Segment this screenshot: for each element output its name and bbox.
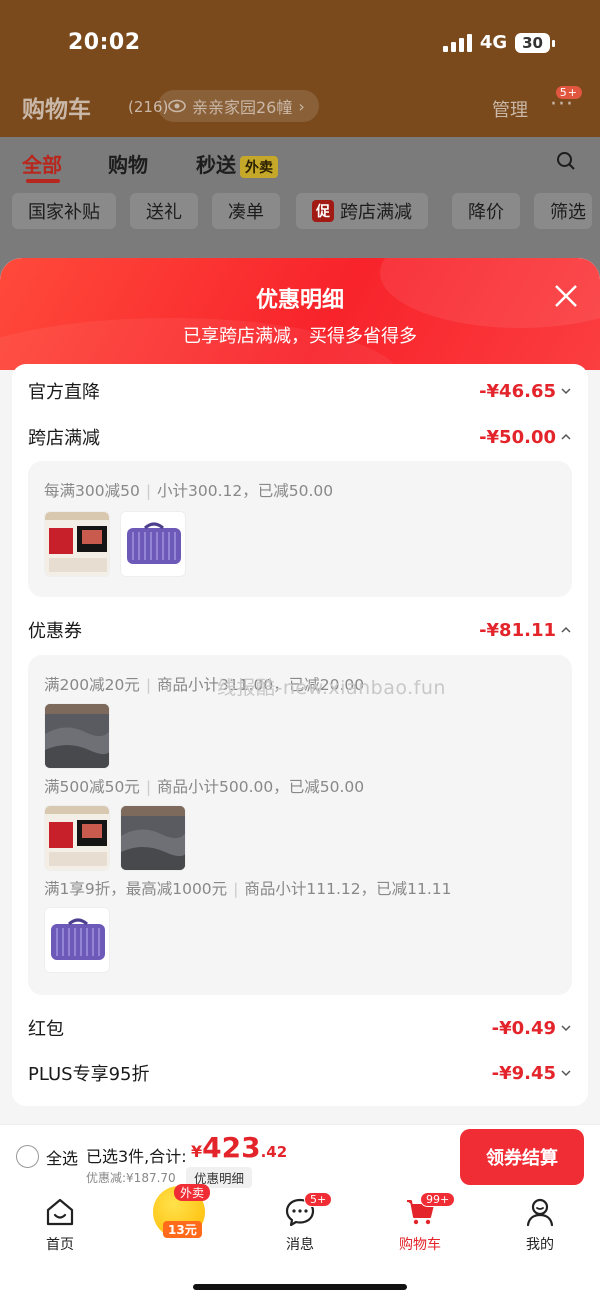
filter-pricedrop[interactable]: 降价 <box>452 193 520 229</box>
search-icon[interactable] <box>556 151 576 171</box>
tab-all[interactable]: 全部 <box>22 149 62 178</box>
checkout-button[interactable]: 领券结算 <box>460 1129 584 1185</box>
redpacket-label: 红包 <box>28 1019 64 1040</box>
filter-subsidy[interactable]: 国家补贴 <box>12 193 116 229</box>
redpacket-row[interactable]: 红包 -¥0.49 <box>28 1011 572 1045</box>
filter-bundle[interactable]: 凑单 <box>212 193 280 229</box>
filter-gift[interactable]: 送礼 <box>130 193 198 229</box>
status-indicators: 4G 30 <box>442 32 555 53</box>
cosmetic-image <box>45 512 109 576</box>
address-selector[interactable]: 亲亲家园26幢 › <box>158 90 319 122</box>
cart-badge: 99+ <box>420 1192 456 1207</box>
total-price: ¥423.42 <box>191 1131 288 1164</box>
crossstore-detail-text: 每满300减50 | 小计300.12，已减50.00 <box>44 482 334 500</box>
page-title: 购物车 <box>22 97 91 123</box>
storage-box-image <box>121 512 185 576</box>
product-thumb-cosmetic[interactable] <box>44 511 110 577</box>
official-discount-row[interactable]: 官方直降 -¥46.65 <box>28 374 572 408</box>
tab-underline <box>26 179 60 183</box>
storage-box-image <box>45 908 109 972</box>
nav-home-label: 首页 <box>46 1237 74 1253</box>
modal-header: 优惠明细 已享跨店满减，买得多省得多 <box>0 258 600 370</box>
battery-icon: 30 <box>515 32 555 53</box>
plus-discount-row[interactable]: PLUS专享95折 -¥9.45 <box>28 1056 572 1090</box>
checkout-bar: 全选 已选3件,合计: ¥423.42 优惠减:¥187.70 优惠明细 领券结… <box>0 1124 600 1188</box>
nav-me-label: 我的 <box>526 1237 554 1253</box>
tab-tag: 外卖 <box>240 155 278 178</box>
waimai-amount: 13元 <box>163 1221 202 1238</box>
chevron-up-icon <box>561 626 571 633</box>
chevron-down-icon <box>561 1025 571 1032</box>
watermark: 线报酷-new.xianbao.fun <box>217 677 446 699</box>
promo-tag: 促 <box>312 200 334 222</box>
product-thumb-cosmetic[interactable] <box>44 805 110 871</box>
chevron-right-icon: › <box>298 96 305 116</box>
official-discount-amount: -¥46.65 <box>479 380 556 402</box>
plus-discount-amount: -¥9.45 <box>491 1062 556 1084</box>
bedding-image <box>121 806 185 870</box>
official-discount-label: 官方直降 <box>28 382 100 403</box>
crossstore-label: 跨店满减 <box>28 428 100 449</box>
home-icon <box>46 1198 74 1226</box>
more-badge: 5+ <box>555 86 582 99</box>
cosmetic-image <box>45 806 109 870</box>
more-button[interactable]: ··· 5+ <box>550 86 582 117</box>
nav-messages[interactable]: 5+ 消息 <box>260 1192 340 1254</box>
coupon-detail-text-3: 满1享9折，最高减1000元 | 商品小计111.12，已减11.11 <box>44 880 452 898</box>
chevron-down-icon <box>561 388 571 395</box>
product-thumb-box[interactable] <box>44 907 110 973</box>
bedding-image <box>45 704 109 768</box>
tab-flash-label: 秒送 <box>196 153 236 177</box>
crossstore-detail-card: 每满300减50 | 小计300.12，已减50.00 <box>28 461 572 597</box>
status-time: 20:02 <box>68 30 141 55</box>
plus-discount-label: PLUS专享95折 <box>28 1064 150 1085</box>
product-thumb-bedding[interactable] <box>44 703 110 769</box>
select-all-radio[interactable] <box>16 1145 39 1168</box>
nav-messages-label: 消息 <box>286 1237 314 1253</box>
coupon-amount: -¥81.11 <box>479 619 556 641</box>
signal-icon <box>442 33 472 52</box>
filter-more[interactable]: 筛选 <box>534 193 592 229</box>
cart-header: 20:02 4G 30 购物车 (216) 亲亲家园26幢 › 管理 ··· 5+ <box>0 0 600 137</box>
coupon-label: 优惠券 <box>28 621 82 642</box>
messages-badge: 5+ <box>304 1192 333 1207</box>
tab-shopping[interactable]: 购物 <box>108 149 148 178</box>
discount-summary: 优惠减:¥187.70 <box>86 1171 176 1185</box>
coupon-detail-card: 满200减20元 | 商品小计311.00，已减20.00 满500减50元 | 商品小… <box>28 655 572 995</box>
nav-cart-label: 购物车 <box>399 1237 441 1253</box>
coupon-row[interactable]: 优惠券 -¥81.11 <box>28 613 572 647</box>
discount-detail-modal: 优惠明细 已享跨店满减，买得多省得多 官方直降 -¥46.65 跨店满减 -¥5… <box>0 258 600 1124</box>
filter-bar: 国家补贴 送礼 凑单 促跨店满减 降价 筛选 <box>0 187 600 237</box>
chevron-up-icon <box>561 433 571 440</box>
status-bar: 20:02 4G 30 <box>0 26 600 66</box>
product-thumb-bedding[interactable] <box>120 805 186 871</box>
cart-title-row: 购物车 (216) 亲亲家园26幢 › 管理 ··· 5+ <box>22 86 582 128</box>
modal-body: 官方直降 -¥46.65 跨店满减 -¥50.00 每满300减50 | 小计300… <box>12 364 588 1106</box>
modal-subtitle: 已享跨店满减，买得多省得多 <box>183 326 417 347</box>
nav-home[interactable]: 首页 <box>20 1196 100 1254</box>
redpacket-amount: -¥0.49 <box>491 1017 556 1039</box>
address-label: 亲亲家园26幢 <box>192 98 293 117</box>
nav-me[interactable]: 我的 <box>500 1196 580 1254</box>
network-label: 4G <box>479 32 508 53</box>
modal-title: 优惠明细 <box>255 288 344 313</box>
nav-cart[interactable]: 99+ 购物车 <box>380 1192 460 1254</box>
select-all-label[interactable]: 全选 <box>46 1145 78 1169</box>
coupon-detail-text-2: 满500减50元 | 商品小计500.00，已减50.00 <box>44 778 365 796</box>
waimai-tag: 外卖 <box>174 1184 211 1201</box>
home-indicator <box>193 1284 407 1290</box>
filter-crossstore[interactable]: 促跨店满减 <box>296 193 428 229</box>
selected-summary: 已选3件,合计: <box>86 1147 187 1166</box>
close-icon[interactable] <box>552 282 580 310</box>
category-tabs: 全部 购物 秒送 外卖 <box>0 137 600 187</box>
product-thumb-box[interactable] <box>120 511 186 577</box>
tab-flash[interactable]: 秒送 外卖 <box>196 149 278 178</box>
crossstore-row[interactable]: 跨店满减 -¥50.00 <box>28 420 572 454</box>
manage-button[interactable]: 管理 <box>492 96 528 122</box>
profile-icon <box>526 1198 554 1227</box>
chevron-down-icon <box>561 1070 571 1077</box>
crossstore-amount: -¥50.00 <box>479 426 556 448</box>
eye-icon <box>168 99 186 113</box>
filter-crossstore-label: 跨店满减 <box>340 202 412 223</box>
